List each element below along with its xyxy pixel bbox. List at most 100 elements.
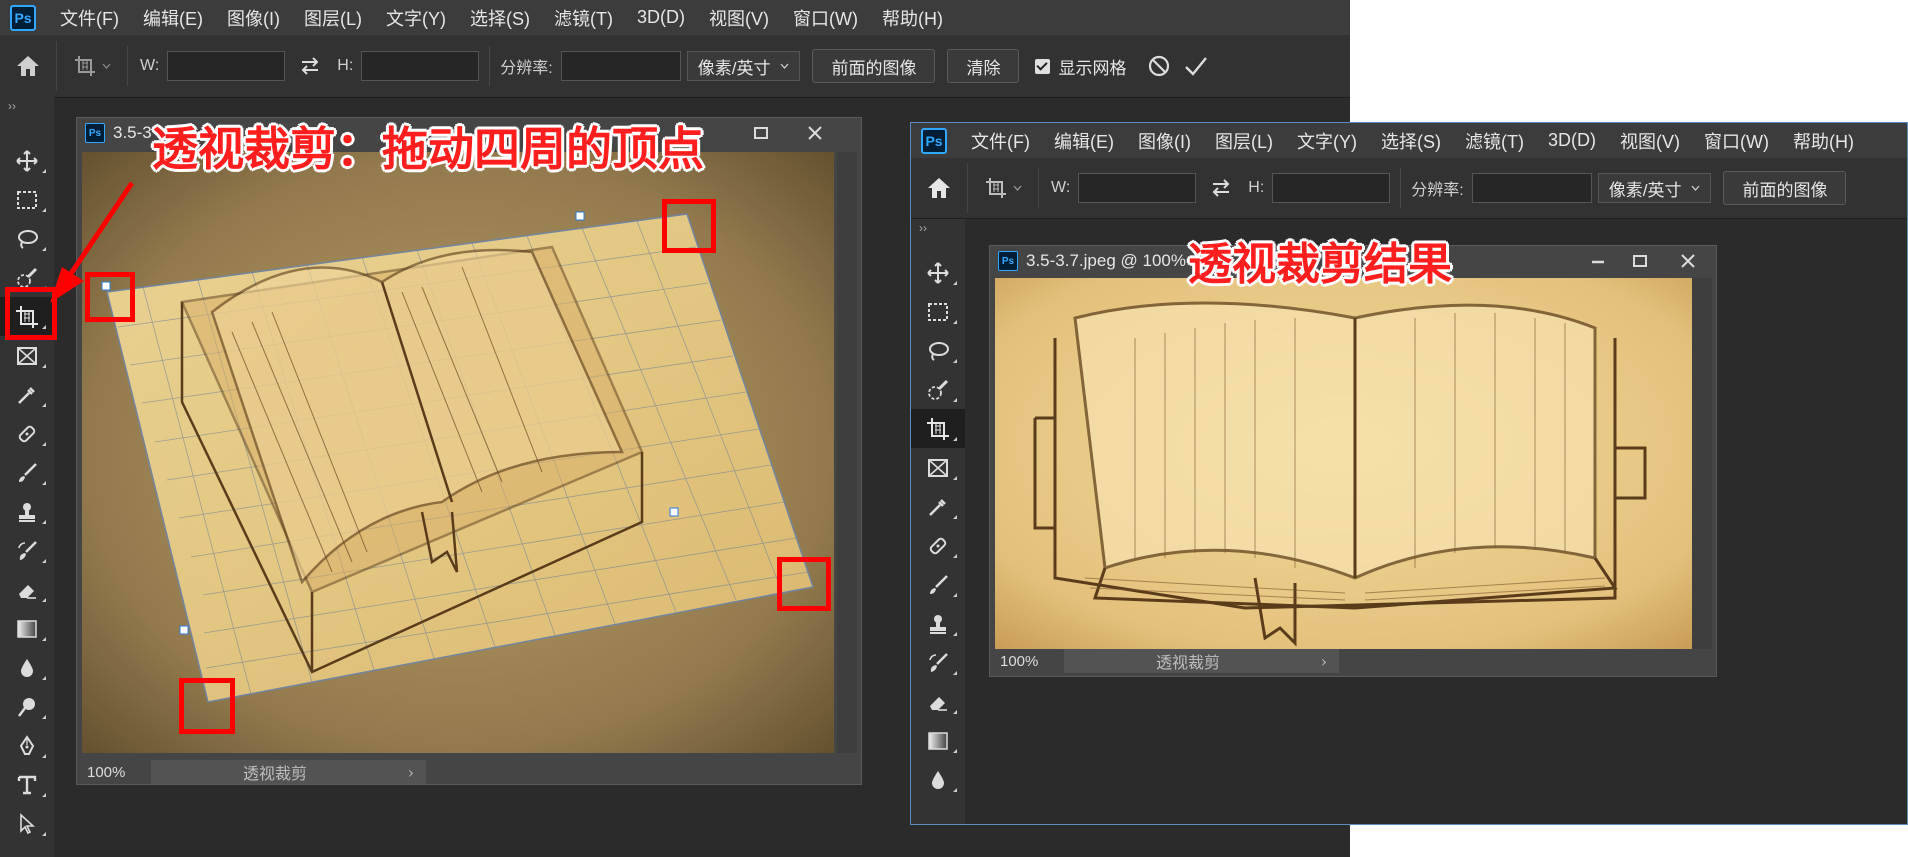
chevron-right-icon: › [407,762,414,782]
minimize-button[interactable] [1580,246,1616,276]
menu-file[interactable]: 文件(F) [959,128,1042,154]
menu-image[interactable]: 图像(I) [215,5,292,31]
menu-type[interactable]: 文字(Y) [1285,128,1369,154]
divider [1400,168,1402,208]
document-info-text: 透视裁剪 [1156,653,1221,672]
document-info[interactable]: 透视裁剪 › [151,760,426,784]
lasso-icon [929,341,949,361]
menu-image[interactable]: 图像(I) [1126,128,1203,154]
frame-icon [17,346,37,365]
swap-icon[interactable] [1210,179,1232,197]
tool-preset-picker[interactable] [57,46,128,86]
document-canvas[interactable] [995,278,1692,651]
gradient-tool[interactable] [0,609,54,648]
width-input[interactable] [167,51,286,81]
maximize-button[interactable] [1622,246,1658,276]
menu-3d[interactable]: 3D(D) [625,7,697,28]
blur-tool[interactable] [0,648,54,687]
menu-filter[interactable]: 滤镜(T) [542,5,625,31]
chevron-right-icon: › [1320,651,1327,671]
perspective-crop-icon [74,56,95,76]
vertical-scrollbar[interactable] [837,152,857,753]
highlight-corner-top-right [662,199,716,253]
menu-help[interactable]: 帮助(H) [870,5,955,31]
brush-tool[interactable] [911,565,965,604]
menu-window[interactable]: 窗口(W) [1692,128,1781,154]
height-input[interactable] [1272,173,1391,203]
menu-3d[interactable]: 3D(D) [1536,130,1608,151]
healing-brush-tool[interactable] [0,414,54,453]
healing-brush-tool[interactable] [911,526,965,565]
menu-filter[interactable]: 滤镜(T) [1453,128,1536,154]
resolution-unit-select[interactable]: 像素/英寸 [1597,173,1712,203]
gradient-tool[interactable] [911,721,965,760]
perspective-crop-tool[interactable] [911,409,965,448]
clone-stamp-tool[interactable] [911,604,965,643]
maximize-button[interactable] [743,118,779,148]
history-brush-icon [18,540,37,560]
menu-select[interactable]: 选择(S) [458,5,542,31]
move-tool[interactable] [911,253,965,292]
move-icon [16,149,38,172]
swap-icon[interactable] [299,57,321,75]
resolution-unit-select[interactable]: 像素/英寸 [686,51,801,81]
rectangle-tool[interactable] [0,843,54,857]
collapse-icon[interactable]: ›› [911,219,965,253]
brush-icon [930,574,948,594]
front-image-button[interactable]: 前面的图像 [1723,171,1847,205]
history-brush-icon [929,652,948,672]
menu-select[interactable]: 选择(S) [1369,128,1453,154]
menu-edit[interactable]: 编辑(E) [131,5,215,31]
eraser-tool[interactable] [911,682,965,721]
cancel-icon[interactable] [1148,55,1170,77]
pen-tool[interactable] [0,726,54,765]
menu-view[interactable]: 视图(V) [697,5,781,31]
document-info[interactable]: 透视裁剪 › [1064,649,1339,673]
frame-tool[interactable] [0,336,54,375]
menu-help[interactable]: 帮助(H) [1781,128,1866,154]
document-canvas[interactable] [82,152,834,753]
eyedropper-tool[interactable] [0,375,54,414]
show-grid-checkbox[interactable]: 显示网格 [1035,54,1126,79]
tool-preset-picker[interactable] [968,168,1039,208]
menu-type[interactable]: 文字(Y) [374,5,458,31]
collapse-icon[interactable]: ›› [0,97,54,141]
zoom-level[interactable]: 100% [77,764,151,781]
path-selection-tool[interactable] [0,804,54,843]
close-button[interactable] [1670,246,1706,276]
marquee-tool[interactable] [911,292,965,331]
menu-bar: Ps 文件(F) 编辑(E) 图像(I) 图层(L) 文字(Y) 选择(S) 滤… [0,0,1350,35]
quick-selection-tool[interactable] [911,370,965,409]
zoom-level[interactable]: 100% [990,653,1064,670]
history-brush-tool[interactable] [911,643,965,682]
menu-layer[interactable]: 图层(L) [292,5,374,31]
width-input[interactable] [1078,173,1197,203]
blur-tool[interactable] [911,760,965,799]
menu-edit[interactable]: 编辑(E) [1042,128,1126,154]
dodge-tool[interactable] [0,687,54,726]
resolution-input[interactable] [560,51,681,81]
type-icon [17,775,37,794]
menu-window[interactable]: 窗口(W) [781,5,870,31]
clone-stamp-tool[interactable] [0,492,54,531]
lasso-tool[interactable] [911,331,965,370]
height-input[interactable] [361,51,480,81]
home-button[interactable] [0,41,57,91]
vertical-scrollbar[interactable] [1692,278,1712,651]
annotation-left: 透视裁剪：拖动四周的顶点 [152,122,704,176]
eyedropper-tool[interactable] [911,487,965,526]
close-button[interactable] [797,118,833,148]
frame-tool[interactable] [911,448,965,487]
menu-view[interactable]: 视图(V) [1608,128,1692,154]
eraser-tool[interactable] [0,570,54,609]
resolution-input[interactable] [1471,173,1592,203]
commit-check-icon[interactable] [1184,56,1208,76]
brush-tool[interactable] [0,453,54,492]
type-tool[interactable] [0,765,54,804]
history-brush-tool[interactable] [0,531,54,570]
front-image-button[interactable]: 前面的图像 [812,49,936,83]
menu-layer[interactable]: 图层(L) [1203,128,1285,154]
home-button[interactable] [911,163,968,213]
menu-file[interactable]: 文件(F) [48,5,131,31]
clear-button[interactable]: 清除 [947,49,1020,83]
